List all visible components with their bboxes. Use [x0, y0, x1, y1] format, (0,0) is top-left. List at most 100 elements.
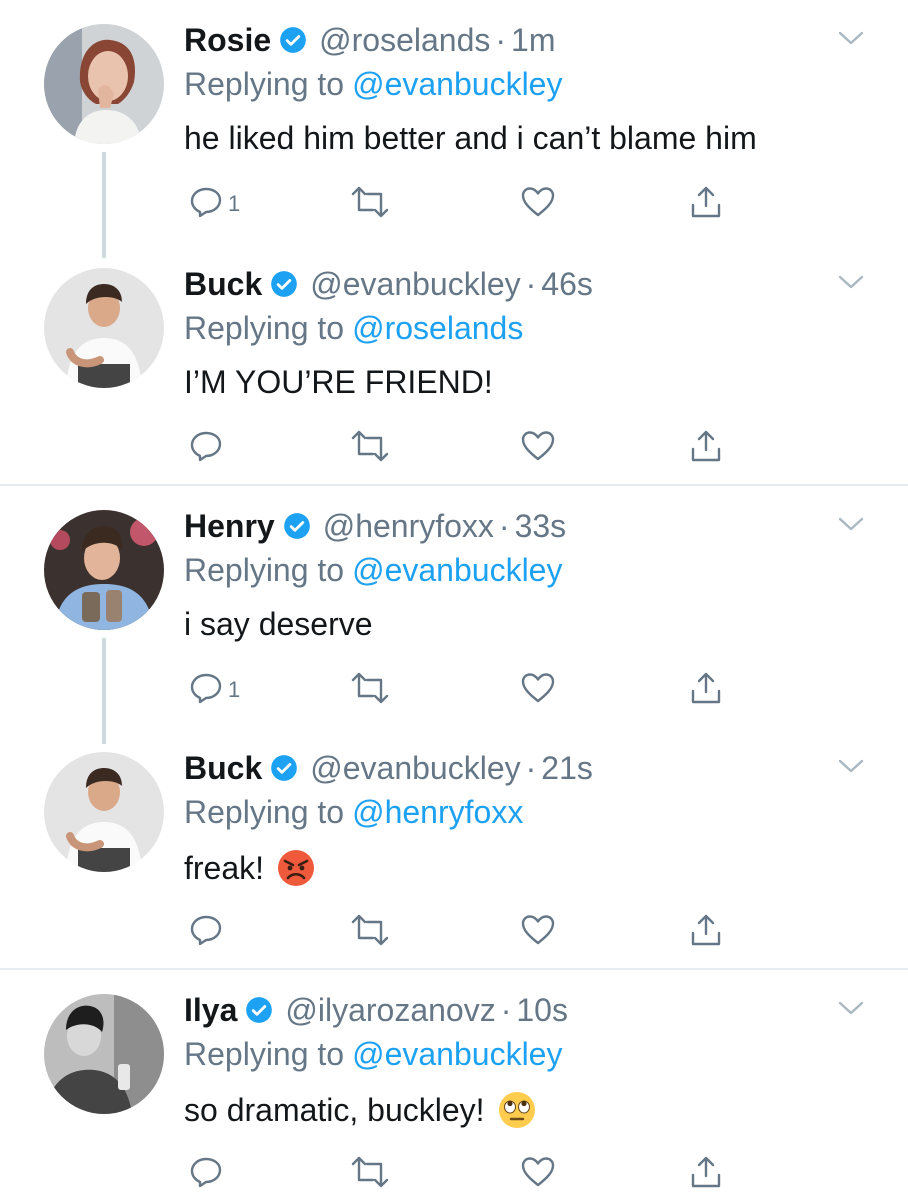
- reply-button[interactable]: [188, 910, 228, 954]
- man-white-shirt-avatar-icon: [44, 752, 164, 872]
- replying-to-mention[interactable]: @evanbuckley: [352, 552, 562, 588]
- man-blue-shirt-avatar-icon: [44, 510, 164, 630]
- verified-badge-icon: [270, 270, 298, 298]
- tweet[interactable]: Buck @evanbuckley · 46s Replying to @rose…: [0, 244, 908, 484]
- chevron-down-icon[interactable]: [838, 516, 864, 537]
- reply-icon: [188, 912, 224, 953]
- like-button[interactable]: [520, 426, 556, 470]
- share-button[interactable]: [688, 910, 724, 954]
- retweet-icon: [350, 428, 390, 469]
- reply-icon: [188, 1154, 224, 1195]
- reply-count: 1: [228, 191, 241, 216]
- replying-to-mention[interactable]: @roselands: [352, 310, 523, 346]
- share-button[interactable]: [688, 668, 724, 712]
- tweet-text-content: I’M YOU’RE FRIEND!: [184, 364, 493, 400]
- tweet[interactable]: Ilya @ilyarozanovz · 10s Replying to @eva…: [0, 970, 908, 1200]
- tweet[interactable]: Henry @henryfoxx · 33s Replying to @evanb…: [0, 486, 908, 744]
- reply-count: 1: [228, 677, 241, 702]
- verified-badge-icon: [279, 26, 307, 54]
- share-icon: [688, 184, 724, 225]
- reply-button[interactable]: 1: [188, 668, 240, 712]
- username-handle[interactable]: @evanbuckley: [310, 750, 520, 787]
- timestamp[interactable]: 46s: [541, 266, 593, 303]
- tweet[interactable]: Buck @evanbuckley · 21s Replying to @henr…: [0, 728, 908, 968]
- tweet-text-content: so dramatic, buckley!: [184, 1091, 485, 1128]
- username-handle[interactable]: @roselands: [319, 22, 490, 59]
- timestamp[interactable]: 10s: [516, 992, 568, 1029]
- timestamp[interactable]: 33s: [515, 508, 567, 545]
- tweet-actions: [184, 910, 744, 954]
- tweet-actions: [184, 1152, 744, 1196]
- replying-to-label: Replying to: [184, 552, 345, 588]
- tweet[interactable]: Rosie @roselands · 1m Replying to @evanbu…: [0, 0, 908, 258]
- display-name[interactable]: Henry: [184, 508, 275, 545]
- avatar[interactable]: [44, 994, 164, 1114]
- chevron-down-icon[interactable]: [838, 274, 864, 295]
- retweet-button[interactable]: [350, 910, 390, 954]
- verified-badge-icon: [283, 512, 311, 540]
- retweet-button[interactable]: [350, 668, 390, 712]
- share-button[interactable]: [688, 1152, 724, 1196]
- like-button[interactable]: [520, 668, 556, 712]
- man-white-shirt-avatar-icon: [44, 268, 164, 388]
- retweet-button[interactable]: [350, 182, 390, 226]
- share-icon: [688, 428, 724, 469]
- avatar[interactable]: [44, 510, 164, 630]
- display-name[interactable]: Ilya: [184, 992, 237, 1029]
- chevron-down-icon[interactable]: [838, 30, 864, 51]
- share-button[interactable]: [688, 182, 724, 226]
- verified-badge-icon: [270, 754, 298, 782]
- retweet-button[interactable]: [350, 426, 390, 470]
- retweet-button[interactable]: [350, 1152, 390, 1196]
- replying-to-label: Replying to: [184, 1036, 345, 1072]
- separator-dot: ·: [525, 265, 537, 302]
- tweet-text-content: freak!: [184, 849, 265, 886]
- replying-to-mention[interactable]: @evanbuckley: [352, 66, 562, 102]
- display-name[interactable]: Rosie: [184, 22, 271, 59]
- separator-dot: ·: [495, 21, 507, 58]
- replying-to-label: Replying to: [184, 794, 345, 830]
- timestamp[interactable]: 1m: [511, 22, 555, 59]
- avatar[interactable]: [44, 752, 164, 872]
- tweet-text-content: i say deserve: [184, 606, 373, 642]
- replying-to-mention[interactable]: @evanbuckley: [352, 1036, 562, 1072]
- avatar[interactable]: [44, 24, 164, 144]
- tweet-text: i say deserve: [184, 606, 373, 643]
- tweet-header: Ilya @ilyarozanovz · 10s: [184, 988, 568, 1032]
- separator-dot: ·: [498, 507, 510, 544]
- reply-button[interactable]: [188, 426, 228, 470]
- thread-line: [102, 152, 106, 258]
- reply-button[interactable]: [188, 1152, 228, 1196]
- chevron-down-icon[interactable]: [838, 758, 864, 779]
- tweet-header: Buck @evanbuckley · 46s: [184, 262, 593, 306]
- tweet-header: Buck @evanbuckley · 21s: [184, 746, 593, 790]
- like-button[interactable]: [520, 182, 556, 226]
- like-icon: [520, 670, 556, 711]
- angry-face-emoji-icon: [276, 848, 316, 888]
- username-handle[interactable]: @henryfoxx: [323, 508, 494, 545]
- like-button[interactable]: [520, 910, 556, 954]
- retweet-icon: [350, 1154, 390, 1195]
- reply-icon: [188, 184, 224, 225]
- reply-button[interactable]: 1: [188, 182, 240, 226]
- like-button[interactable]: [520, 1152, 556, 1196]
- share-icon: [688, 670, 724, 711]
- reply-icon: [188, 428, 224, 469]
- replying-to-mention[interactable]: @henryfoxx: [352, 794, 523, 830]
- display-name[interactable]: Buck: [184, 266, 262, 303]
- like-icon: [520, 428, 556, 469]
- retweet-icon: [350, 670, 390, 711]
- share-button[interactable]: [688, 426, 724, 470]
- avatar[interactable]: [44, 268, 164, 388]
- retweet-icon: [350, 184, 390, 225]
- woman-portrait-avatar-icon: [44, 24, 164, 144]
- timestamp[interactable]: 21s: [541, 750, 593, 787]
- display-name[interactable]: Buck: [184, 750, 262, 787]
- tweet-text: I’M YOU’RE FRIEND!: [184, 364, 493, 401]
- share-icon: [688, 1154, 724, 1195]
- username-handle[interactable]: @ilyarozanovz: [285, 992, 495, 1029]
- username-handle[interactable]: @evanbuckley: [310, 266, 520, 303]
- replying-to: Replying to @evanbuckley: [184, 1036, 562, 1073]
- chevron-down-icon[interactable]: [838, 1000, 864, 1021]
- man-black-white-avatar-icon: [44, 994, 164, 1114]
